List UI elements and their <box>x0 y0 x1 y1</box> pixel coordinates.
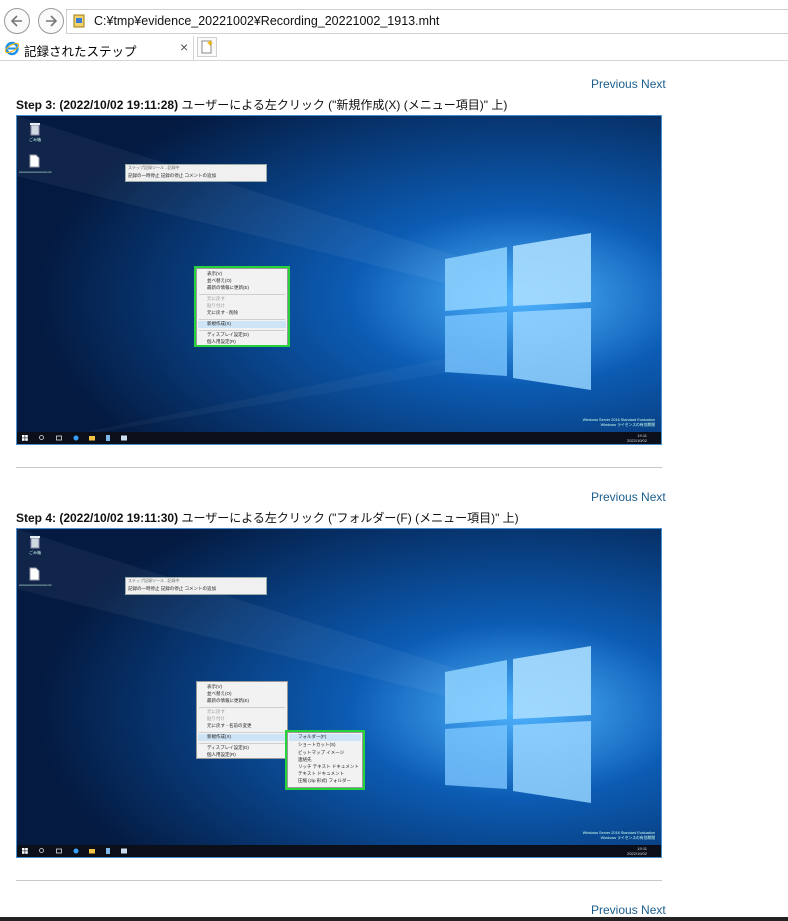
menu-item-display-settings[interactable]: ディスプレイ設定(D) <box>207 745 249 751</box>
step4-screenshot: ごみ箱 xxxxxxxxxxxxxxxxxxx.txt ステップ記録ツール - … <box>16 528 662 858</box>
menu-item-paste[interactable]: 貼り付け <box>207 716 225 722</box>
explorer-icon[interactable] <box>89 848 95 854</box>
url-text: C:¥tmp¥evidence_20221002¥Recording_20221… <box>94 14 440 28</box>
menu-item-refresh[interactable]: 最新の情報に更新(E) <box>207 698 249 704</box>
close-tab-icon[interactable]: × <box>180 39 188 55</box>
steps-recorder-toolbar: ステップ記録ツール - 記録中 記録の一時停止 記録の停止 コメントの追加 <box>125 577 267 595</box>
toolbar-buttons[interactable]: 記録の一時停止 記録の停止 コメントの追加 <box>128 586 216 592</box>
arrow-left-icon <box>10 15 22 27</box>
forward-button[interactable] <box>38 8 64 34</box>
app-icon[interactable] <box>121 435 127 441</box>
start-icon[interactable] <box>22 848 28 854</box>
arrow-right-icon <box>46 15 58 27</box>
tab-recorded-steps[interactable]: 記録されたステップ × <box>0 36 194 60</box>
menu-separator <box>199 743 285 744</box>
url-field[interactable]: C:¥tmp¥evidence_20221002¥Recording_20221… <box>66 9 788 34</box>
task-view-icon[interactable] <box>56 435 62 441</box>
watermark-line-2: Windows ライセンスの有効期間 <box>600 423 655 427</box>
taskbar-clock: 19:11 2022/10/02 <box>627 433 647 443</box>
previous-link[interactable]: Previous <box>591 490 638 504</box>
next-link[interactable]: Next <box>641 903 666 917</box>
step3-title-text: ユーザーによる左クリック ("新規作成(X) (メニュー項目)" 上) <box>178 98 508 112</box>
recycle-bin-icon[interactable] <box>29 535 41 549</box>
step4-nav-links: Previous Next <box>591 490 666 504</box>
text-file-icon[interactable] <box>29 567 40 581</box>
step3-title: Step 3: (2022/10/02 19:11:28) ユーザーによる左クリ… <box>16 96 507 113</box>
windows-wallpaper <box>17 529 661 857</box>
recycle-bin-label: ごみ箱 <box>29 550 41 555</box>
desktop-context-menu: 表示(V) 並べ替え(O) 最新の情報に更新(E) 元に戻す 貼り付け 元に戻す… <box>196 681 288 759</box>
step4-title: Step 4: (2022/10/02 19:11:30) ユーザーによる左クリ… <box>16 509 519 526</box>
menu-item-undo-rename[interactable]: 元に戻す - 名前の変更 <box>207 723 252 729</box>
step4-title-bold: Step 4: (2022/10/02 19:11:30) <box>16 511 179 525</box>
menu-item-view[interactable]: 表示(V) <box>207 684 222 690</box>
step3-screenshot: ごみ箱 xxxxxxxxxxxxxxxxxxx.txt ステップ記録ツール - … <box>16 115 662 445</box>
menu-separator <box>199 732 285 733</box>
search-icon[interactable] <box>39 848 45 854</box>
menu-separator <box>199 707 285 708</box>
explorer-icon[interactable] <box>89 435 95 441</box>
next-link[interactable]: Next <box>641 490 666 504</box>
address-bar-area: C:¥tmp¥evidence_20221002¥Recording_20221… <box>0 0 788 40</box>
mht-file-icon <box>73 14 85 28</box>
toolbar-title: ステップ記録ツール - 記録中 <box>128 578 180 583</box>
menu-item-undo[interactable]: 元に戻す <box>207 709 225 715</box>
click-highlight-box <box>285 730 365 790</box>
taskbar-clock: 19:11 2022/10/02 <box>627 846 647 856</box>
tab-strip: 記録されたステップ × <box>0 36 788 61</box>
menu-item-sort[interactable]: 並べ替え(O) <box>207 691 232 697</box>
watermark: Windows Server 2016 Standard Evaluation … <box>583 831 655 841</box>
steps-recorder-icon[interactable] <box>105 848 111 854</box>
search-icon[interactable] <box>39 435 45 441</box>
text-file-label: xxxxxxxxxxxxxxxxxxx.txt <box>19 583 52 587</box>
start-icon[interactable] <box>22 435 28 441</box>
text-file-label: xxxxxxxxxxxxxxxxxxx.txt <box>19 170 52 174</box>
step3-nav-links: Previous Next <box>591 77 666 91</box>
step-separator <box>16 880 662 881</box>
taskbar: 19:11 2022/10/02 <box>17 432 661 444</box>
menu-item-personalize[interactable]: 個人用設定(R) <box>207 752 236 758</box>
task-view-icon[interactable] <box>56 848 62 854</box>
toolbar-title: ステップ記録ツール - 記録中 <box>128 165 180 170</box>
watermark: Windows Server 2016 Standard Evaluation … <box>583 418 655 428</box>
step-separator <box>16 467 662 468</box>
previous-link[interactable]: Previous <box>591 903 638 917</box>
previous-link[interactable]: Previous <box>591 77 638 91</box>
recycle-bin-label: ごみ箱 <box>29 137 41 142</box>
click-highlight-box <box>194 266 290 347</box>
recycle-bin-icon[interactable] <box>29 122 41 136</box>
watermark-line-2: Windows ライセンスの有効期間 <box>600 836 655 840</box>
clock-date: 2022/10/02 <box>626 438 647 443</box>
windows-wallpaper <box>17 116 661 444</box>
steps-recorder-toolbar: ステップ記録ツール - 記録中 記録の一時停止 記録の停止 コメントの追加 <box>125 164 267 182</box>
edge-icon[interactable] <box>73 848 79 854</box>
window-bottom-edge <box>0 917 788 921</box>
step3-title-bold: Step 3: (2022/10/02 19:11:28) <box>16 98 179 112</box>
clock-date: 2022/10/02 <box>626 851 647 856</box>
step5-nav-links: Previous Next <box>591 903 666 917</box>
tab-title: 記録されたステップ <box>24 45 137 59</box>
app-icon[interactable] <box>121 848 127 854</box>
toolbar-buttons[interactable]: 記録の一時停止 記録の停止 コメントの追加 <box>128 173 216 179</box>
new-tab-button[interactable] <box>197 37 217 57</box>
taskbar: 19:11 2022/10/02 <box>17 845 661 857</box>
text-file-icon[interactable] <box>29 154 40 168</box>
steps-recorder-icon[interactable] <box>105 435 111 441</box>
next-link[interactable]: Next <box>641 77 666 91</box>
edge-icon[interactable] <box>73 435 79 441</box>
new-tab-icon <box>201 40 213 54</box>
internet-explorer-icon <box>4 41 20 56</box>
menu-item-new[interactable]: 新規作成(X) <box>207 734 231 740</box>
step4-title-text: ユーザーによる左クリック ("フォルダー(F) (メニュー項目)" 上) <box>178 511 519 525</box>
back-button[interactable] <box>4 8 30 34</box>
